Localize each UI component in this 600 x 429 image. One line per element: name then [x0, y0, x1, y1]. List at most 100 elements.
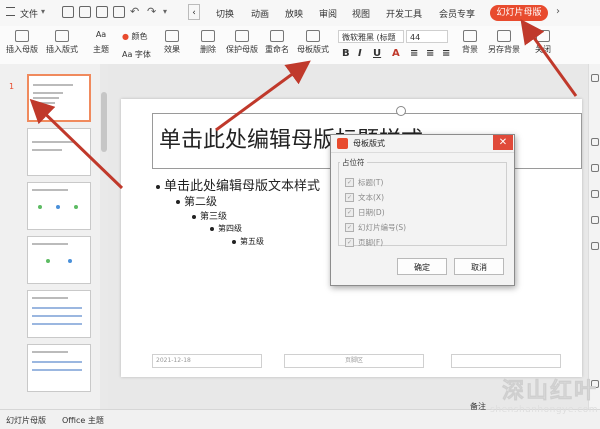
tab-developer[interactable]: 开发工具	[386, 7, 422, 20]
text-checkbox: ✓ 文本(X)	[345, 192, 384, 202]
delete-icon	[201, 30, 215, 42]
align-left-icon[interactable]: ≡	[410, 48, 418, 59]
footer-placeholder[interactable]: 页脚区	[284, 354, 424, 368]
rename-icon	[270, 30, 284, 42]
color-button[interactable]: ● 颜色	[122, 31, 148, 42]
tab-review[interactable]: 审阅	[319, 7, 337, 20]
footer-checkbox: ✓ 页脚(F)	[345, 237, 384, 247]
scrollbar-thumb[interactable]	[101, 92, 107, 152]
close-icon[interactable]: ✕	[493, 135, 513, 150]
dialog-title: 母板版式	[353, 139, 385, 148]
insert-layout-button[interactable]: 插入版式	[46, 30, 78, 55]
save-background-button[interactable]: 另存背景	[488, 30, 520, 55]
status-view-name: 幻灯片母版	[6, 416, 46, 425]
check-icon: ✓	[345, 207, 354, 217]
slide-number-checkbox: ✓ 幻灯片编号(S)	[345, 222, 407, 232]
font-name-select[interactable]: 微软雅黑 (标题	[338, 30, 404, 43]
background-icon	[463, 30, 477, 42]
preserve-master-button[interactable]: 保护母版	[226, 30, 258, 55]
preserve-master-icon	[235, 30, 249, 42]
background-button[interactable]: 背景	[462, 30, 478, 55]
chevron-down-icon[interactable]: ▾	[41, 7, 45, 16]
tab-member[interactable]: 会员专享	[439, 7, 475, 20]
delete-button[interactable]: 删除	[200, 30, 216, 55]
file-menu[interactable]: 文件	[20, 7, 38, 20]
layout-thumbnail[interactable]	[27, 344, 91, 392]
scroll-tabs-left-icon[interactable]: ‹	[188, 4, 200, 20]
master-layout-button[interactable]: 母板版式	[297, 30, 329, 55]
style-icon[interactable]	[591, 190, 599, 198]
palette-icon: ●	[122, 32, 129, 41]
status-theme-name: Office 主题	[62, 416, 104, 425]
font-button[interactable]: Aa 字体	[122, 49, 151, 60]
close-icon	[536, 30, 550, 42]
ok-button[interactable]: 确定	[397, 258, 447, 275]
body-level-4: 第四级	[210, 223, 242, 234]
cancel-button[interactable]: 取消	[454, 258, 504, 275]
tab-slideshow[interactable]: 放映	[285, 7, 303, 20]
layout-thumbnail[interactable]	[27, 236, 91, 284]
title-checkbox: ✓ 标题(T)	[345, 177, 384, 187]
rotate-handle-icon[interactable]	[396, 106, 406, 116]
save-background-icon	[497, 30, 511, 42]
master-thumbnail[interactable]	[27, 74, 91, 122]
close-master-button[interactable]: 关闭	[535, 30, 551, 55]
master-layout-dialog: 母板版式 ✕ 占位符 ✓ 标题(T) ✓ 文本(X) ✓ 日期(D) ✓ 幻灯片编号(S…	[330, 134, 515, 286]
effect-button[interactable]: 效果	[164, 30, 180, 55]
theme-button[interactable]: Aa 主题	[93, 30, 109, 55]
insert-master-button[interactable]: 插入母版	[6, 30, 38, 55]
layout-thumbnail[interactable]	[27, 290, 91, 338]
scroll-tabs-right-icon[interactable]: ›	[556, 6, 560, 17]
redo-icon[interactable]: ↷	[147, 5, 156, 18]
insert-master-icon	[15, 30, 29, 42]
idea-icon[interactable]	[591, 242, 599, 250]
font-color-icon[interactable]: A	[392, 48, 400, 59]
font-size-select[interactable]: 44	[406, 30, 448, 43]
tab-transitions[interactable]: 切换	[216, 7, 234, 20]
tab-slide-master[interactable]: 幻灯片母版	[490, 5, 548, 21]
check-icon: ✓	[345, 237, 354, 247]
shape-icon[interactable]	[591, 164, 599, 172]
placeholder-group-label: 占位符	[340, 157, 367, 168]
layers-icon[interactable]	[591, 138, 599, 146]
body-level-3: 第三级	[192, 209, 227, 222]
more-icon[interactable]: ▾	[163, 7, 167, 16]
master-layout-icon	[306, 30, 320, 42]
slide-number-placeholder[interactable]	[451, 354, 561, 368]
thumbnail-scrollbar[interactable]	[100, 64, 108, 409]
layout-thumbnail[interactable]	[27, 182, 91, 230]
italic-icon[interactable]: I	[358, 48, 362, 59]
right-tool-strip	[588, 64, 600, 409]
print-icon[interactable]	[79, 6, 91, 18]
rename-button[interactable]: 重命名	[265, 30, 289, 55]
date-placeholder[interactable]: 2021-12-18	[152, 354, 262, 368]
date-checkbox: ✓ 日期(D)	[345, 207, 385, 217]
ribbon: 插入母版 插入版式 Aa 主题 ● 颜色 Aa 字体 效果 删除 保护母版 重命…	[0, 26, 600, 65]
animation-icon[interactable]	[591, 216, 599, 224]
bold-icon[interactable]: B	[342, 48, 350, 59]
undo-icon[interactable]: ↶	[130, 5, 139, 18]
export-pdf-icon[interactable]	[96, 6, 108, 18]
tab-animations[interactable]: 动画	[251, 7, 269, 20]
tab-view[interactable]: 视图	[352, 7, 370, 20]
effect-icon	[165, 30, 179, 42]
menu-bar: 文件 ▾ ↶ ↷ ▾ ‹ 切换 动画 放映 审阅 视图 开发工具 会员专享 幻灯…	[0, 0, 600, 27]
layout-thumbnail[interactable]	[27, 128, 91, 176]
hamburger-icon[interactable]	[6, 7, 15, 16]
watermark-logo: 深山红叶 shenshanhongye.com	[490, 379, 598, 415]
select-icon[interactable]	[591, 74, 599, 82]
line-spacing-icon[interactable]: ≡	[442, 48, 450, 59]
body-level-5: 第五级	[232, 236, 264, 247]
placeholder-group	[338, 162, 507, 246]
theme-icon: Aa	[95, 30, 107, 39]
print-preview-icon[interactable]	[113, 6, 125, 18]
dialog-title-bar: 母板版式 ✕	[331, 135, 514, 153]
save-icon[interactable]	[62, 6, 74, 18]
underline-icon[interactable]: U	[373, 48, 381, 59]
check-icon: ✓	[345, 177, 354, 187]
insert-layout-icon	[55, 30, 69, 42]
wps-presentation-icon	[337, 138, 348, 149]
check-icon: ✓	[345, 192, 354, 202]
align-center-icon[interactable]: ≡	[426, 48, 434, 59]
font-icon: Aa	[122, 50, 133, 59]
